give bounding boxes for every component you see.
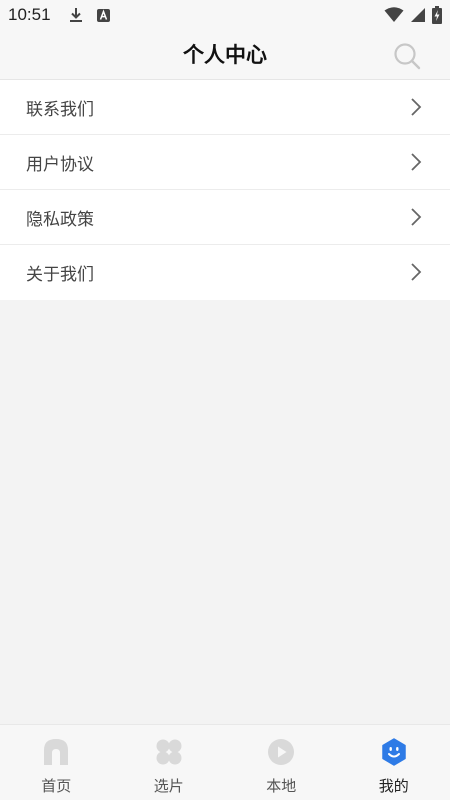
status-bar: 10:51	[0, 0, 450, 30]
tab-mine[interactable]: 我的	[338, 725, 450, 800]
search-icon	[393, 42, 421, 70]
menu-item-label: 隐私政策	[26, 209, 94, 230]
home-icon	[43, 737, 69, 767]
tab-local[interactable]: 本地	[225, 725, 338, 800]
grid-icon	[155, 737, 183, 767]
status-time: 10:51	[8, 5, 51, 24]
a-notification-icon	[96, 8, 110, 22]
battery-charging-icon	[432, 6, 442, 24]
download-icon	[69, 7, 83, 23]
profile-face-icon	[380, 737, 408, 767]
tab-select[interactable]: 选片	[113, 725, 226, 800]
search-button[interactable]	[392, 41, 422, 71]
tab-home[interactable]: 首页	[0, 725, 113, 800]
menu-item-contact-us[interactable]: 联系我们	[0, 80, 450, 135]
settings-menu: 联系我们 用户协议 隐私政策 关于我们	[0, 80, 450, 300]
tab-label: 本地	[266, 777, 297, 795]
bottom-tab-bar: 首页 选片 本地 我的	[0, 724, 450, 800]
tab-label: 我的	[378, 777, 409, 795]
chevron-right-icon	[410, 262, 422, 286]
menu-item-privacy-policy[interactable]: 隐私政策	[0, 190, 450, 245]
play-icon	[267, 737, 295, 767]
menu-item-user-agreement[interactable]: 用户协议	[0, 135, 450, 190]
page-title: 个人中心	[183, 43, 267, 67]
chevron-right-icon	[410, 207, 422, 231]
tab-label: 首页	[41, 777, 72, 795]
wifi-icon	[384, 7, 404, 23]
chevron-right-icon	[410, 97, 422, 121]
app-header: 个人中心	[0, 30, 450, 80]
menu-item-label: 用户协议	[26, 154, 94, 175]
chevron-right-icon	[410, 152, 422, 176]
menu-item-label: 联系我们	[26, 99, 94, 120]
signal-icon	[410, 7, 426, 23]
menu-item-about-us[interactable]: 关于我们	[0, 245, 450, 300]
tab-label: 选片	[153, 777, 184, 795]
menu-item-label: 关于我们	[26, 265, 94, 285]
